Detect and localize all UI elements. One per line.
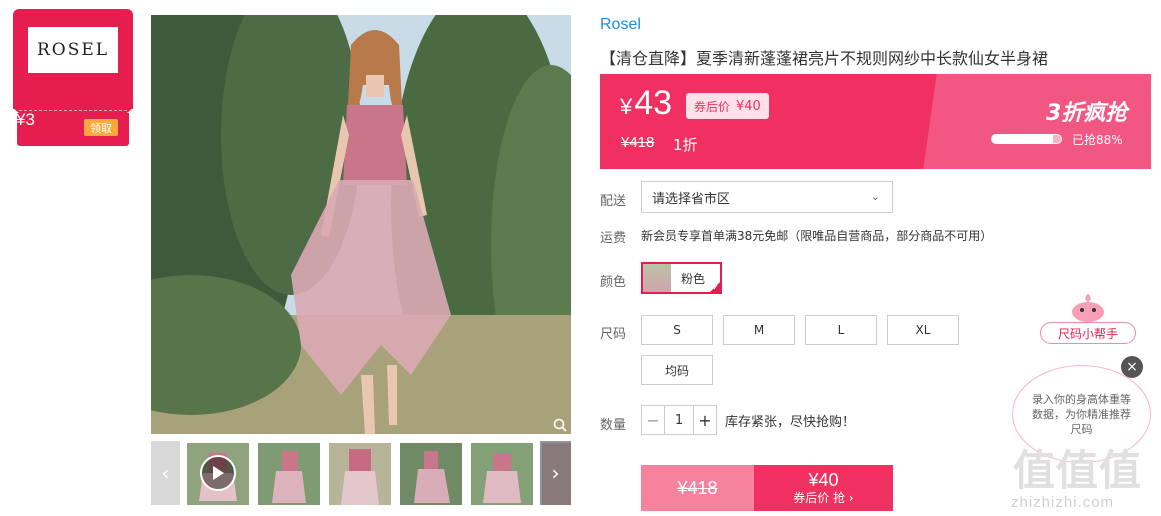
sold-progress-bar (991, 134, 1062, 144)
quantity-increase-button[interactable]: + (694, 406, 716, 434)
color-label: 颜色 (600, 275, 627, 290)
play-video-button[interactable] (200, 455, 236, 491)
sold-progress-fill (992, 135, 1053, 143)
thumbnail-image (400, 443, 462, 505)
thumbnail-image (258, 443, 320, 505)
quantity-decrease-button[interactable]: − (642, 406, 664, 434)
quantity-stepper: − 1 + (641, 405, 717, 435)
after-coupon-value: ¥40 (736, 98, 761, 114)
thumbnail-3[interactable] (329, 443, 391, 505)
brand-logo-text: ROSEL (36, 40, 110, 60)
after-coupon-badge: 券后价 ¥40 (686, 93, 769, 119)
thumbnail-next-arrow[interactable]: › (540, 441, 571, 505)
quantity-label: 数量 (600, 418, 627, 433)
size-label: 尺码 (600, 327, 627, 342)
check-icon: ✓ (712, 283, 719, 292)
coupon-value: ¥3 (16, 110, 35, 129)
shipping-label: 运费 (600, 231, 627, 246)
sold-progress-text: 已抢88% (1072, 133, 1123, 147)
thumbnail-4[interactable] (400, 443, 462, 505)
shipping-info: 新会员专享首单满38元免邮（限唯品自营商品，部分商品不可用） (641, 229, 993, 243)
region-select[interactable]: 请选择省市区 ⌄ (641, 181, 893, 213)
main-product-image[interactable] (151, 15, 571, 434)
buy-after-coupon-button[interactable]: ¥40 券后价 抢 › (754, 465, 893, 511)
color-option-label: 粉色 (681, 271, 706, 286)
coupon-divider (19, 110, 127, 111)
current-price: ¥43 (620, 84, 672, 123)
zoom-icon[interactable] (553, 418, 567, 432)
thumbnail-prev-arrow[interactable]: ‹ (151, 441, 180, 505)
thumbnail-2[interactable] (258, 443, 320, 505)
thumbnail-5[interactable] (471, 443, 533, 505)
coupon-claim-button[interactable]: 领取 (84, 119, 118, 136)
brand-link[interactable]: Rosel (600, 16, 641, 34)
chevron-down-icon: ⌄ (870, 190, 880, 203)
original-price-button[interactable]: ¥418 (641, 465, 754, 511)
mascot-icon (1072, 294, 1104, 322)
color-swatch-image (643, 264, 671, 292)
region-select-value: 请选择省市区 (652, 191, 731, 207)
after-coupon-label: 券后价 (694, 99, 731, 114)
product-title: 【清仓直降】夏季清新蓬蓬裙亮片不规则网纱中长款仙女半身裙 (600, 49, 1049, 68)
discount-label: 1折 (673, 136, 698, 154)
size-option-one-size[interactable]: 均码 (641, 355, 713, 385)
size-helper-text: 录入你的身高体重等数据，为你精准推荐尺码 (1032, 392, 1131, 436)
delivery-label: 配送 (600, 194, 627, 209)
stock-note: 库存紧张，尽快抢购！ (725, 415, 856, 430)
buy-price: ¥40 (808, 470, 839, 490)
watermark-url: zhizhizhi.com (1011, 494, 1115, 511)
quantity-input[interactable]: 1 (664, 406, 694, 434)
thumbnail-image (471, 443, 533, 505)
brand-logo[interactable]: ROSEL (28, 27, 118, 73)
size-option-m[interactable]: M (723, 315, 795, 345)
current-price-value: 43 (634, 84, 673, 122)
currency-symbol: ¥ (620, 94, 633, 119)
size-option-s[interactable]: S (641, 315, 713, 345)
size-option-xl[interactable]: XL (887, 315, 959, 345)
close-icon[interactable]: × (1121, 356, 1143, 378)
size-helper-button[interactable]: 尺码小帮手 (1040, 322, 1136, 344)
sale-tag: 3折疯抢 (1046, 101, 1128, 126)
color-option-pink[interactable]: 粉色 ✓ (641, 262, 722, 294)
product-photo (151, 15, 571, 434)
watermark-logo: 值值值 (1013, 446, 1143, 495)
original-price: ¥418 (621, 134, 655, 151)
thumbnail-image (329, 443, 391, 505)
buy-action-label: 券后价 抢 › (793, 491, 854, 505)
size-option-l[interactable]: L (805, 315, 877, 345)
play-icon (213, 466, 224, 480)
